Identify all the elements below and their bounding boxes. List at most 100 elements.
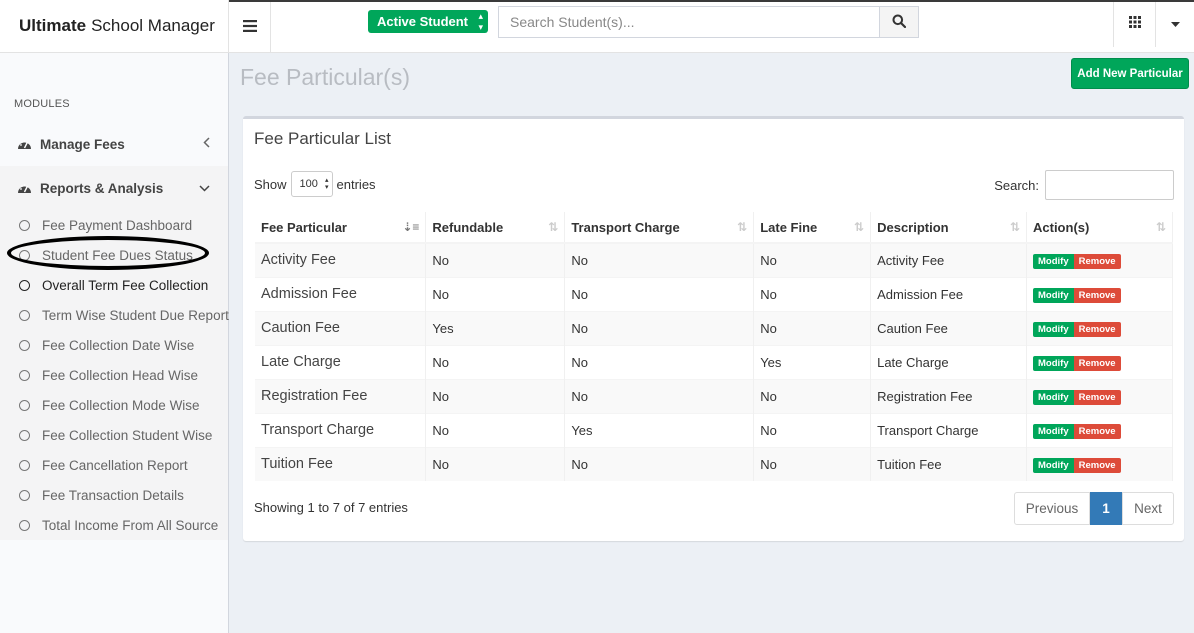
table-header-row: Fee Particular ⇣≡ Refundable ⇅ Transport C… <box>255 212 1173 244</box>
remove-button[interactable]: Remove <box>1073 287 1121 303</box>
student-search <box>498 6 919 38</box>
remove-button[interactable]: Remove <box>1073 253 1121 269</box>
student-status-value: Active Student <box>377 14 469 29</box>
cell-late-fine: No <box>753 242 872 277</box>
column-header-actions[interactable]: Action(s) ⇅ <box>1026 212 1173 244</box>
pagination-previous[interactable]: Previous <box>1014 492 1090 525</box>
cell-fee-particular: Caution Fee <box>255 310 427 345</box>
fee-particular-list-box: Fee Particular List Show 100 ▴ ▾ entries … <box>243 116 1184 541</box>
cell-actions: Modify Remove <box>1026 310 1173 345</box>
sidebar-item-manage-fees[interactable]: Manage Fees <box>0 122 228 166</box>
cell-fee-particular: Registration Fee <box>255 378 427 413</box>
search-icon <box>892 14 907 31</box>
cell-transport-charge: No <box>564 242 755 277</box>
student-search-button[interactable] <box>879 7 918 37</box>
sidebar-item-label: Fee Collection Student Wise <box>42 427 213 443</box>
column-header-description[interactable]: Description ⇅ <box>870 212 1027 244</box>
circle-icon <box>19 309 30 321</box>
sidebar-item-fee-collection-head-wise[interactable]: Fee Collection Head Wise <box>0 360 228 390</box>
remove-button[interactable]: Remove <box>1073 457 1121 473</box>
student-status-select[interactable]: Active Student ▴ ▾ <box>368 10 489 33</box>
column-header-late-fine[interactable]: Late Fine ⇅ <box>753 212 872 244</box>
select-arrows-icon: ▴ ▾ <box>478 10 484 32</box>
cell-actions: Modify Remove <box>1026 446 1173 481</box>
cell-refundable: No <box>425 412 566 447</box>
sidebar-toggle-button[interactable] <box>229 0 271 53</box>
cell-transport-charge: No <box>564 446 755 481</box>
dashboard-icon <box>17 138 40 150</box>
sidebar-item-fee-collection-date-wise[interactable]: Fee Collection Date Wise <box>0 330 228 360</box>
sidebar-item-label: Fee Transaction Details <box>42 487 184 503</box>
app-logo[interactable]: Ultimate School Manager <box>0 0 229 53</box>
sidebar-item-label: Overall Term Fee Collection <box>42 277 209 293</box>
sidebar-item-label: Fee Cancellation Report <box>42 457 188 473</box>
student-search-input[interactable] <box>499 7 879 37</box>
sidebar-item-total-income-from-all-source[interactable]: Total Income From All Source <box>0 510 228 540</box>
table-search-input[interactable] <box>1045 170 1174 200</box>
circle-icon <box>19 489 30 501</box>
remove-button[interactable]: Remove <box>1073 355 1121 371</box>
pagination-next[interactable]: Next <box>1122 492 1174 525</box>
cell-description: Transport Charge <box>870 412 1027 447</box>
sidebar-item-fee-collection-mode-wise[interactable]: Fee Collection Mode Wise <box>0 390 228 420</box>
add-new-particular-button[interactable]: Add New Particular <box>1071 58 1189 89</box>
cell-actions: Modify Remove <box>1026 242 1173 277</box>
sidebar-item-fee-transaction-details[interactable]: Fee Transaction Details <box>0 480 228 510</box>
circle-icon <box>19 429 30 441</box>
top-border <box>229 0 1194 2</box>
sidebar-item-label: Fee Collection Mode Wise <box>42 397 200 413</box>
modify-button[interactable]: Modify <box>1033 389 1074 405</box>
remove-button[interactable]: Remove <box>1073 423 1121 439</box>
sidebar-item-label: Term Wise Student Due Report <box>42 307 229 323</box>
modify-button[interactable]: Modify <box>1033 457 1074 473</box>
remove-button[interactable]: Remove <box>1073 321 1121 337</box>
chevron-down-icon <box>199 180 210 195</box>
user-menu-button[interactable] <box>1156 0 1194 47</box>
sidebar-item-term-wise-student-due-report[interactable]: Term Wise Student Due Report <box>0 300 229 330</box>
pagination-page-1[interactable]: 1 <box>1090 492 1122 525</box>
apps-menu-button[interactable] <box>1113 0 1156 47</box>
modules-header: MODULES <box>14 98 70 110</box>
pagination: Previous 1 Next <box>1014 492 1174 525</box>
column-header-fee-particular[interactable]: Fee Particular ⇣≡ <box>255 212 427 244</box>
modify-button[interactable]: Modify <box>1033 423 1074 439</box>
modify-button[interactable]: Modify <box>1033 321 1074 337</box>
cell-fee-particular: Admission Fee <box>255 276 427 311</box>
sidebar-item-fee-payment-dashboard[interactable]: Fee Payment Dashboard <box>0 210 228 240</box>
sort-icon: ⇅ <box>854 220 865 234</box>
sidebar-item-label: Fee Collection Date Wise <box>42 337 195 353</box>
modify-button[interactable]: Modify <box>1033 253 1074 269</box>
column-header-refundable[interactable]: Refundable ⇅ <box>425 212 566 244</box>
sidebar-item-fee-collection-student-wise[interactable]: Fee Collection Student Wise <box>0 420 228 450</box>
sort-icon: ⇅ <box>737 220 748 234</box>
search-label: Search: <box>994 177 1039 193</box>
remove-button[interactable]: Remove <box>1073 389 1121 405</box>
sidebar-item-overall-term-fee-collection[interactable]: Overall Term Fee Collection <box>0 270 228 300</box>
table-row: Registration Fee No No No Registration F… <box>255 378 1173 413</box>
cell-description: Caution Fee <box>870 310 1027 345</box>
entries-select[interactable]: 100 ▴ ▾ <box>290 171 333 197</box>
cell-refundable: No <box>425 446 566 481</box>
column-header-label: Description <box>877 219 949 235</box>
box-title: Fee Particular List <box>254 129 391 148</box>
cell-transport-charge: No <box>564 378 755 413</box>
cell-fee-particular: Activity Fee <box>255 242 427 277</box>
sort-icon: ⇅ <box>1155 220 1166 234</box>
cell-refundable: No <box>425 242 566 277</box>
modify-button[interactable]: Modify <box>1033 355 1074 371</box>
table-row: Caution Fee Yes No No Caution Fee Modify… <box>255 310 1173 345</box>
cell-late-fine: No <box>753 276 872 311</box>
sidebar-item-fee-cancellation-report[interactable]: Fee Cancellation Report <box>0 450 228 480</box>
sort-icon: ⇅ <box>1009 220 1020 234</box>
circle-icon <box>19 459 30 471</box>
sidebar-item-student-fee-dues-status[interactable]: Student Fee Dues Status <box>0 240 228 270</box>
cell-actions: Modify Remove <box>1026 276 1173 311</box>
table-row: Late Charge No No Yes Late Charge Modify… <box>255 344 1173 379</box>
dashboard-icon <box>17 182 40 194</box>
sidebar-item-reports-analysis[interactable]: Reports & Analysis <box>0 166 228 210</box>
column-header-transport-charge[interactable]: Transport Charge ⇅ <box>564 212 755 244</box>
entries-label: entries <box>336 176 376 192</box>
app-title-rest: School Manager <box>91 16 215 35</box>
modify-button[interactable]: Modify <box>1033 287 1074 303</box>
cell-fee-particular: Transport Charge <box>255 412 427 447</box>
